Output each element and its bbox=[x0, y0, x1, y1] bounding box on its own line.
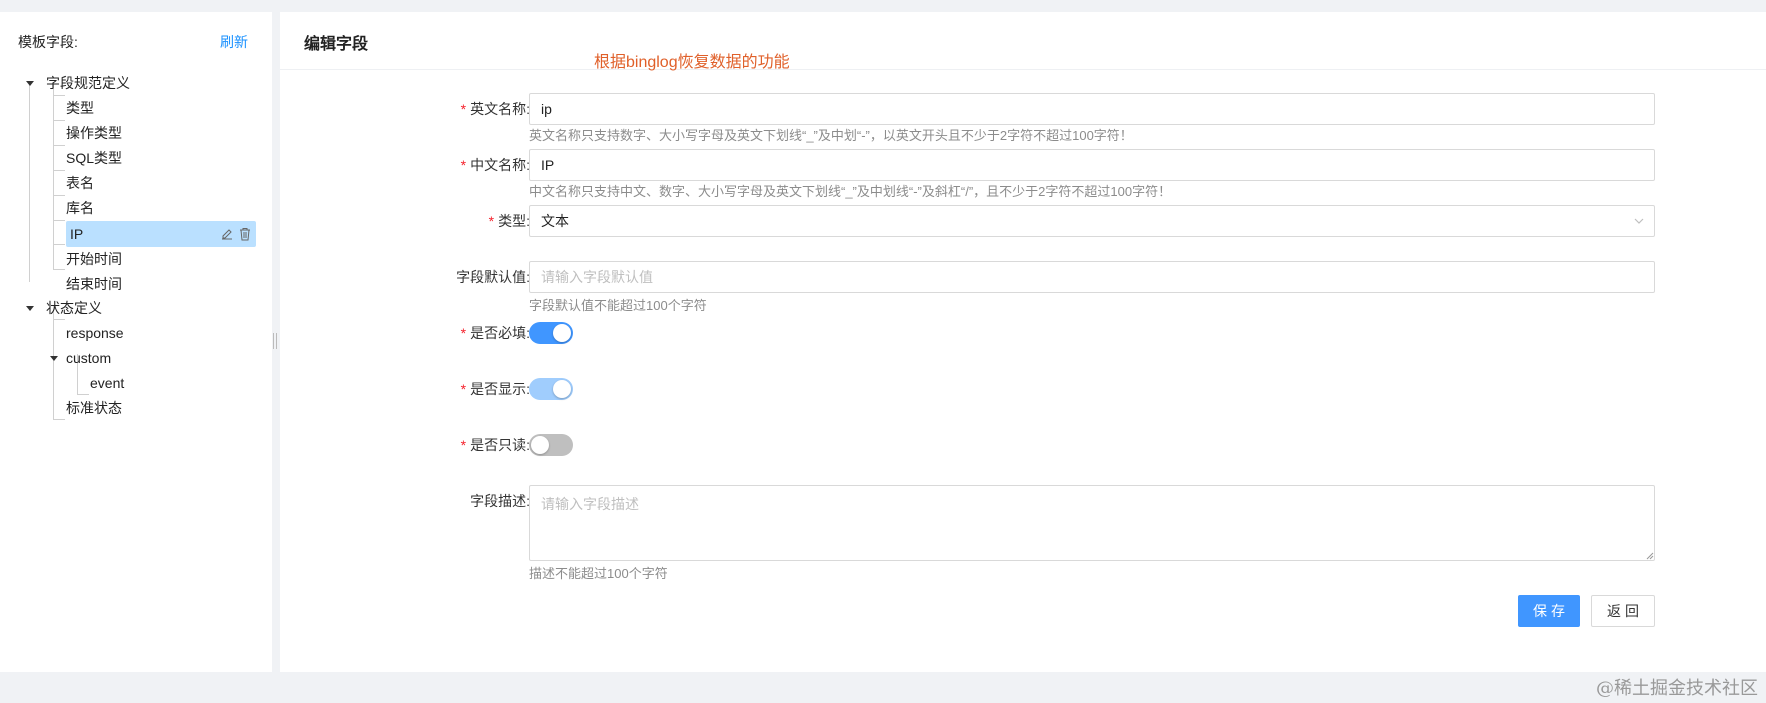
label-text: 是否必填: bbox=[470, 325, 530, 341]
tree-guide-line bbox=[53, 220, 65, 221]
page-title: 编辑字段 bbox=[304, 36, 369, 53]
chevron-down-icon bbox=[1634, 218, 1644, 224]
tree-node-label: 开始时间 bbox=[66, 251, 122, 267]
description-textarea[interactable] bbox=[529, 485, 1655, 561]
visible-label: * 是否显示: bbox=[420, 373, 530, 405]
description-label: 字段描述: bbox=[420, 485, 530, 517]
tree-node-event[interactable]: event bbox=[90, 370, 124, 396]
edit-icon[interactable] bbox=[220, 227, 234, 241]
en-name-label: * 英文名称: bbox=[420, 93, 530, 125]
tree-node-end-time[interactable]: 结束时间 bbox=[66, 271, 122, 297]
tree-node-type[interactable]: 类型 bbox=[66, 95, 94, 121]
required-star: * bbox=[460, 325, 467, 341]
panel-resize-handle[interactable] bbox=[273, 333, 277, 349]
tree-node-label: 状态定义 bbox=[46, 300, 102, 316]
template-fields-title: 模板字段: bbox=[18, 34, 78, 50]
tree-node-op-type[interactable]: 操作类型 bbox=[66, 120, 122, 146]
resize-grip-icon[interactable] bbox=[1646, 552, 1654, 560]
required-star: * bbox=[460, 437, 467, 453]
required-star: * bbox=[460, 157, 467, 173]
label-text: 中文名称: bbox=[470, 157, 530, 173]
tree-guide-line bbox=[53, 82, 54, 269]
switch-knob bbox=[531, 436, 549, 454]
default-value-label: 字段默认值: bbox=[420, 261, 530, 293]
delete-icon[interactable] bbox=[238, 227, 252, 241]
tree-guide-line bbox=[53, 269, 65, 270]
en-name-input[interactable] bbox=[529, 93, 1655, 125]
required-star: * bbox=[460, 381, 467, 397]
tree-guide-line bbox=[53, 120, 65, 121]
template-fields-header: 模板字段: 刷新 bbox=[18, 30, 248, 54]
tree-node-ip[interactable]: IP bbox=[66, 221, 256, 247]
tree-node-field-spec[interactable]: 字段规范定义 bbox=[20, 70, 220, 96]
required-switch[interactable] bbox=[529, 322, 573, 344]
description-help: 描述不能超过100个字符 bbox=[529, 566, 668, 581]
visible-switch[interactable] bbox=[529, 378, 573, 400]
tree-guide-line bbox=[53, 419, 65, 420]
tree-guide-line bbox=[53, 195, 65, 196]
annotation-text: 根据binglog恢复数据的功能 bbox=[594, 54, 790, 71]
refresh-link[interactable]: 刷新 bbox=[220, 32, 248, 52]
tree-node-state-def[interactable]: 状态定义 bbox=[20, 295, 220, 321]
caret-down-icon[interactable] bbox=[26, 306, 34, 311]
label-text: 字段描述: bbox=[470, 493, 530, 509]
tree-node-label: 表名 bbox=[66, 175, 94, 191]
footer-band bbox=[0, 672, 1766, 703]
tree-node-label: response bbox=[66, 325, 124, 341]
tree-node-label: event bbox=[90, 375, 125, 391]
required-star: * bbox=[460, 101, 467, 117]
save-button[interactable]: 保存 bbox=[1518, 595, 1580, 627]
edit-field-panel: 编辑字段 根据binglog恢复数据的功能 *英文名称: 英文名称只支持数字、大… bbox=[280, 12, 1766, 672]
tree-node-label: 标准状态 bbox=[66, 400, 122, 416]
cn-name-help: 中文名称只支持中文、数字、大小写字母及英文下划线“_”及中划线“-”及斜杠“/”… bbox=[529, 184, 1172, 199]
tree-node-table-name[interactable]: 表名 bbox=[66, 170, 94, 196]
type-select-value: 文本 bbox=[541, 213, 569, 229]
tree-guide-line bbox=[29, 82, 30, 282]
caret-down-icon[interactable] bbox=[50, 356, 58, 361]
caret-down-icon[interactable] bbox=[26, 81, 34, 86]
label-text: 类型: bbox=[498, 213, 530, 229]
required-label: * 是否必填: bbox=[420, 317, 530, 349]
tree-node-db-name[interactable]: 库名 bbox=[66, 195, 94, 221]
cn-name-label: * 中文名称: bbox=[420, 149, 530, 181]
tree-node-label: 操作类型 bbox=[66, 125, 122, 141]
switch-knob bbox=[553, 380, 571, 398]
default-value-help: 字段默认值不能超过100个字符 bbox=[529, 298, 707, 313]
tree-guide-line bbox=[53, 170, 65, 171]
tree-node-label: 类型 bbox=[66, 100, 94, 116]
footer-watermark: @稀土掘金技术社区 bbox=[1596, 678, 1758, 699]
tree-node-label: IP bbox=[70, 226, 84, 242]
tree-guide-line bbox=[53, 244, 65, 245]
tree-guide-line bbox=[53, 145, 65, 146]
back-button[interactable]: 返回 bbox=[1591, 595, 1655, 627]
tree-node-custom[interactable]: custom bbox=[44, 345, 204, 371]
edit-field-header: 编辑字段 bbox=[280, 12, 1766, 70]
template-fields-panel: 模板字段: 刷新 字段规范定义 类型 操作类型 SQL类型 表名 库名 IP 开… bbox=[0, 12, 272, 672]
node-actions bbox=[220, 221, 252, 247]
tree-node-label: custom bbox=[66, 350, 112, 366]
en-name-help: 英文名称只支持数字、大小写字母及英文下划线“_”及中划“-”，以英文开头且不少于… bbox=[529, 128, 1133, 143]
switch-knob bbox=[553, 324, 571, 342]
tree-node-label: 字段规范定义 bbox=[46, 75, 130, 91]
type-label: * 类型: bbox=[420, 205, 530, 237]
tree-node-label: 库名 bbox=[66, 200, 94, 216]
tree-node-response[interactable]: response bbox=[66, 320, 124, 346]
cn-name-input[interactable] bbox=[529, 149, 1655, 181]
label-text: 是否显示: bbox=[470, 381, 530, 397]
tree-node-label: SQL类型 bbox=[66, 150, 123, 166]
tree-node-start-time[interactable]: 开始时间 bbox=[66, 246, 122, 272]
tree-node-label: 结束时间 bbox=[66, 276, 122, 292]
default-value-input[interactable] bbox=[529, 261, 1655, 293]
tree-node-standard-state[interactable]: 标准状态 bbox=[66, 395, 122, 421]
label-text: 是否只读: bbox=[470, 437, 530, 453]
required-star: * bbox=[488, 213, 495, 229]
tree-node-sql-type[interactable]: SQL类型 bbox=[66, 145, 122, 171]
label-text: 英文名称: bbox=[470, 101, 530, 117]
readonly-switch[interactable] bbox=[529, 434, 573, 456]
readonly-label: * 是否只读: bbox=[420, 429, 530, 461]
label-text: 字段默认值: bbox=[456, 269, 530, 285]
type-select[interactable]: 文本 bbox=[529, 205, 1655, 237]
